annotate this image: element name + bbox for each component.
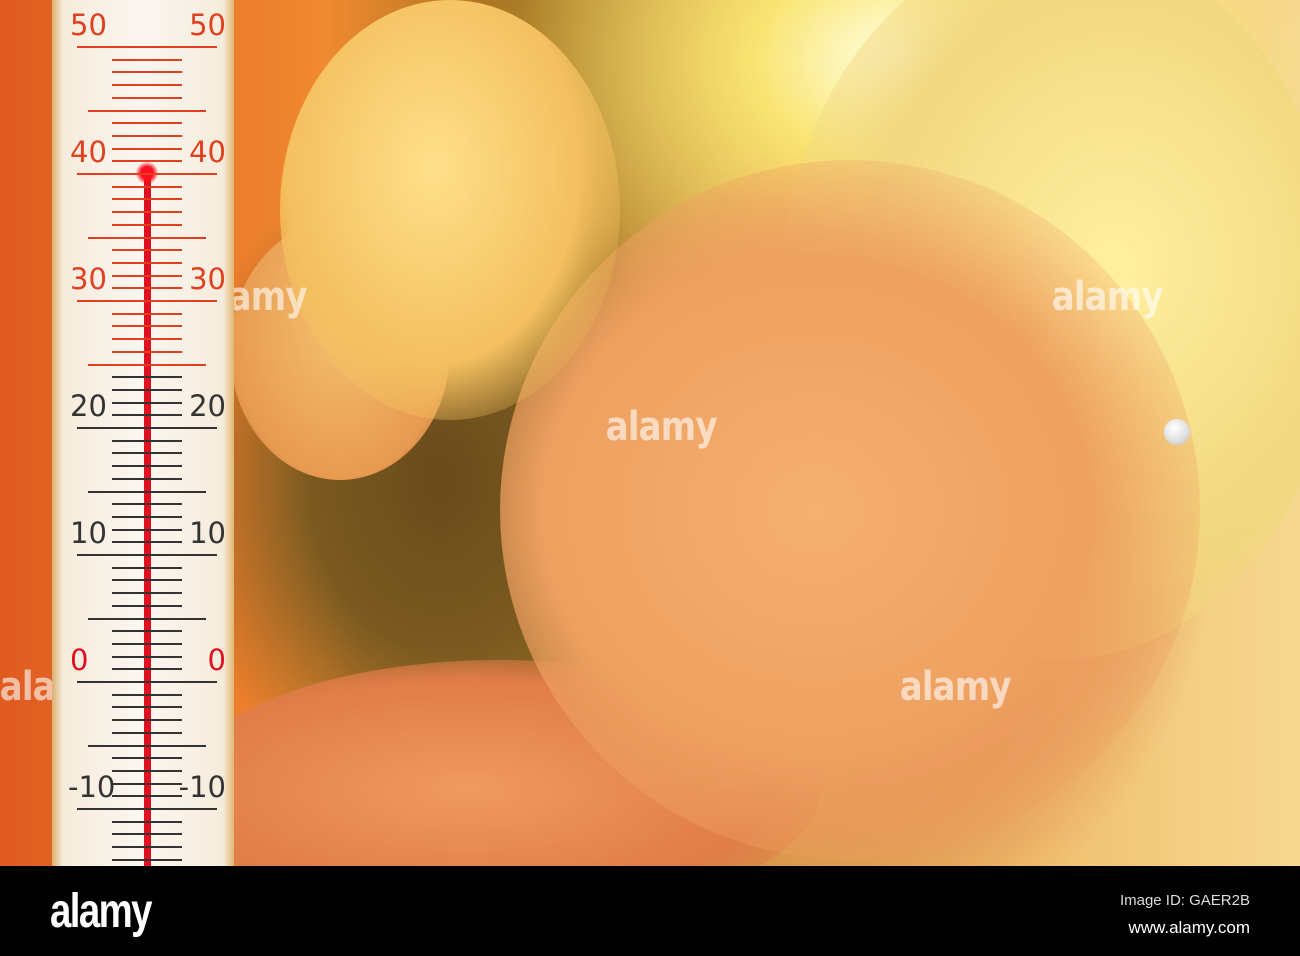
scale-tick: [77, 427, 217, 429]
thermometer: 50 50 40 40 30 30 20 20 10 10 0 0 -10 -10: [52, 0, 234, 866]
scale-tick: [77, 808, 217, 810]
scale-label: 40: [189, 135, 226, 169]
image-id: Image ID: GAER2B: [1119, 892, 1250, 909]
site-url: www.alamy.com: [1128, 918, 1250, 937]
scale-tick: [77, 46, 217, 48]
scale-tick: [112, 528, 182, 531]
scale-tick: [77, 681, 217, 683]
scale-tick: [112, 731, 182, 734]
scale-tick: [112, 414, 182, 417]
scale-tick: [112, 795, 182, 798]
scale-label: 20: [70, 389, 107, 423]
scale-tick: [112, 439, 182, 442]
scale-tick: [88, 744, 206, 747]
scale-tick: [112, 566, 182, 569]
scale-tick: [112, 769, 182, 772]
scale-label: 20: [189, 389, 226, 423]
scale-label: 10: [189, 516, 226, 550]
scale-tick: [112, 604, 182, 607]
scale-tick: [112, 274, 182, 277]
scale-tick: [112, 858, 182, 861]
scale-tick: [112, 96, 182, 99]
scale-tick: [112, 261, 182, 264]
scale-tick: [77, 300, 217, 302]
scale-tick: [112, 757, 182, 760]
scale-label: 30: [70, 262, 107, 296]
watermark: alamy: [605, 404, 718, 450]
scale-tick: [112, 846, 182, 849]
scale-tick: [112, 706, 182, 709]
scale-tick: [88, 109, 206, 112]
scale-tick: [112, 503, 182, 506]
watermark: alamy: [1051, 274, 1164, 320]
scale-tick: [112, 693, 182, 696]
scale-label: 50: [189, 8, 226, 42]
footer-bar: alamy Image ID: GAER2B www.alamy.com: [0, 866, 1300, 956]
scale-tick: [112, 655, 182, 658]
alamy-logo: alamy: [50, 885, 152, 938]
scale-tick: [88, 490, 206, 493]
scale-tick: [112, 642, 182, 645]
scale-tick: [112, 477, 182, 480]
photo-woman-heat-thermometer: alamy alamy alamy alamy alamy 5050404030…: [0, 0, 1300, 866]
scale-label: 40: [70, 135, 107, 169]
scale-tick: [112, 376, 182, 379]
scale-tick: [112, 122, 182, 125]
scale-tick: [112, 388, 182, 391]
scale-tick: [112, 350, 182, 353]
scale-tick: [112, 401, 182, 404]
scale-tick: [112, 287, 182, 290]
scale-tick: [77, 554, 217, 556]
pearl-earring: [1164, 419, 1190, 445]
scale-tick: [88, 236, 206, 239]
scale-tick: [112, 211, 182, 214]
scale-tick: [112, 249, 182, 252]
scale-tick: [112, 185, 182, 188]
scale-label: -10: [178, 770, 226, 804]
scale-tick: [88, 617, 206, 620]
scale-tick: [112, 223, 182, 226]
scale-tick: [112, 84, 182, 87]
scale-label: 10: [70, 516, 107, 550]
scale-tick: [112, 325, 182, 328]
watermark: alamy: [899, 664, 1012, 710]
scale-tick: [112, 630, 182, 633]
scale-tick: [112, 465, 182, 468]
scale-tick: [112, 579, 182, 582]
scale-tick: [112, 782, 182, 785]
hand-on-forehead: [280, 0, 620, 420]
scale-tick: [112, 668, 182, 671]
scale-label: -10: [68, 770, 116, 804]
scale-tick: [112, 541, 182, 544]
mercury-column: [144, 173, 151, 866]
scale-label: 30: [189, 262, 226, 296]
scale-tick: [112, 134, 182, 137]
scale-tick: [88, 363, 206, 366]
scale-tick: [112, 198, 182, 201]
scale-label: 0: [207, 643, 226, 677]
scale-tick: [112, 71, 182, 74]
scale-tick: [112, 592, 182, 595]
scale-tick: [112, 833, 182, 836]
scale-tick: [112, 147, 182, 150]
scale-tick: [112, 452, 182, 455]
scale-label: 50: [70, 8, 107, 42]
scale-label: 0: [70, 643, 89, 677]
scale-tick: [112, 160, 182, 163]
scale-tick: [77, 173, 217, 175]
scale-tick: [112, 719, 182, 722]
scale-tick: [112, 515, 182, 518]
scale-tick: [112, 58, 182, 61]
scale-tick: [112, 312, 182, 315]
scale-tick: [112, 338, 182, 341]
scale-tick: [112, 820, 182, 823]
